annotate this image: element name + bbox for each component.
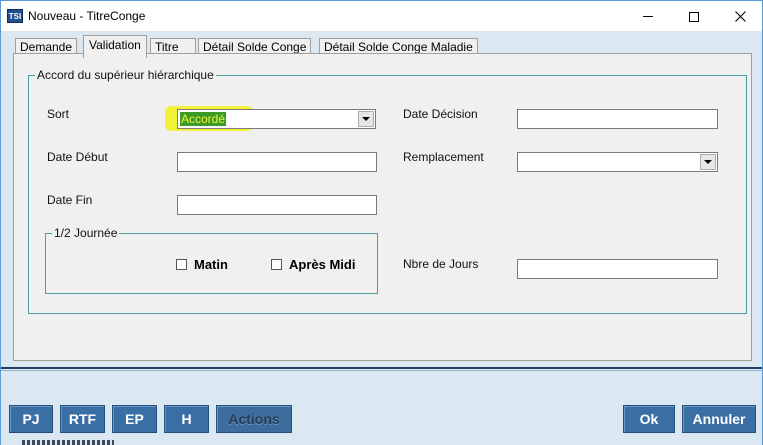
matin-label: Matin bbox=[194, 257, 228, 272]
tab-validation[interactable]: Validation bbox=[83, 35, 147, 58]
footer-divider bbox=[1, 367, 762, 369]
date-decision-input[interactable] bbox=[517, 109, 718, 129]
h-button[interactable]: H bbox=[164, 405, 209, 433]
accord-group-title: Accord du supérieur hiérarchique bbox=[37, 68, 214, 82]
rtf-button[interactable]: RTF bbox=[60, 405, 105, 433]
minimize-button[interactable] bbox=[625, 1, 671, 32]
annuler-button[interactable]: Annuler bbox=[682, 405, 756, 433]
date-fin-input[interactable] bbox=[177, 195, 377, 215]
app-icon: TSI bbox=[7, 9, 23, 23]
sort-label: Sort bbox=[47, 107, 70, 121]
sort-select[interactable]: Accordé bbox=[177, 109, 376, 129]
actions-button[interactable]: Actions bbox=[216, 405, 292, 433]
partial-status-text bbox=[22, 440, 114, 445]
close-icon bbox=[734, 11, 746, 22]
date-debut-label: Date Début bbox=[47, 150, 108, 164]
sort-select-value: Accordé bbox=[180, 112, 227, 126]
remplacement-label: Remplacement bbox=[403, 150, 484, 164]
maximize-icon bbox=[689, 11, 699, 22]
pj-button[interactable]: PJ bbox=[9, 405, 53, 433]
client-area: Demande Validation Titre Détail Solde Co… bbox=[0, 31, 763, 445]
window-title: Nouveau - TitreConge bbox=[28, 9, 146, 23]
matin-checkbox[interactable]: Matin bbox=[176, 257, 228, 272]
nbre-jours-label: Nbre de Jours bbox=[403, 257, 479, 271]
sort-dropdown-button[interactable] bbox=[358, 111, 374, 127]
apres-midi-label: Après Midi bbox=[289, 257, 356, 272]
ok-button[interactable]: Ok bbox=[623, 405, 675, 433]
date-fin-label: Date Fin bbox=[47, 193, 93, 207]
remplacement-select[interactable] bbox=[517, 152, 718, 172]
nbre-jours-input[interactable] bbox=[517, 259, 718, 279]
chevron-down-icon bbox=[362, 117, 370, 121]
title-bar: TSI Nouveau - TitreConge bbox=[0, 0, 763, 31]
footer-divider-shadow bbox=[1, 370, 762, 371]
apres-midi-checkbox-box[interactable] bbox=[271, 259, 282, 270]
apres-midi-checkbox[interactable]: Après Midi bbox=[271, 257, 355, 272]
ep-button[interactable]: EP bbox=[112, 405, 157, 433]
maximize-button[interactable] bbox=[671, 1, 717, 32]
matin-checkbox-box[interactable] bbox=[176, 259, 187, 270]
half-day-title: 1/2 Journée bbox=[54, 226, 118, 240]
date-debut-input[interactable] bbox=[177, 152, 377, 172]
chevron-down-icon bbox=[704, 160, 712, 164]
date-decision-label: Date Décision bbox=[403, 107, 478, 121]
validation-panel: Accord du supérieur hiérarchique Sort Ac… bbox=[13, 53, 752, 361]
remplacement-dropdown-button[interactable] bbox=[700, 154, 716, 170]
minimize-icon bbox=[643, 16, 653, 17]
close-button[interactable] bbox=[717, 1, 763, 32]
